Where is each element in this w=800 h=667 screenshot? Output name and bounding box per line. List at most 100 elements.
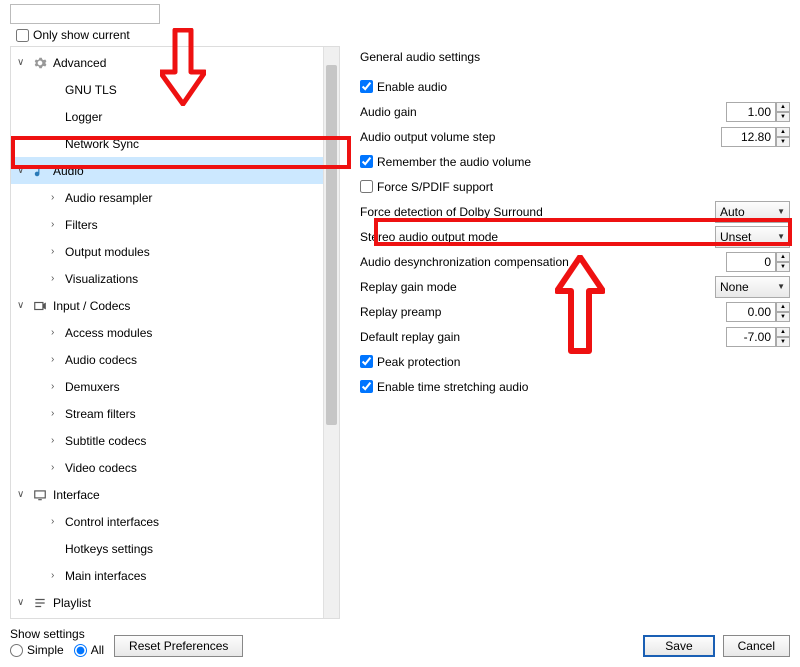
replay-preamp-input[interactable]: ▲▼: [726, 302, 790, 322]
tree-label: Audio resampler: [65, 191, 152, 205]
replay-gain-mode-label: Replay gain mode: [360, 280, 707, 294]
chevron-right-icon: ›: [51, 435, 65, 446]
tree-label: Logger: [65, 110, 102, 124]
interface-icon: [31, 488, 49, 502]
tree-item-hotkeys-settings[interactable]: Hotkeys settings: [11, 535, 339, 562]
tree-item-gnu-tls[interactable]: GNU TLS: [11, 76, 339, 103]
tree-item-filters[interactable]: › Filters: [11, 211, 339, 238]
music-note-icon: [31, 164, 49, 178]
tree-label: Interface: [53, 488, 100, 502]
stereo-mode-value: Unset: [720, 230, 751, 244]
show-all-radio[interactable]: All: [74, 643, 104, 657]
tree-item-main-interfaces[interactable]: › Main interfaces: [11, 562, 339, 589]
replay-gain-mode-dropdown[interactable]: None ▼: [715, 276, 790, 298]
tree-item-audio-resampler[interactable]: › Audio resampler: [11, 184, 339, 211]
peak-protection-label: Peak protection: [377, 355, 460, 369]
force-spdif-checkbox[interactable]: Force S/PDIF support: [360, 180, 493, 194]
tree-label: Subtitle codecs: [65, 434, 146, 448]
stereo-mode-label: Stereo audio output mode: [360, 230, 707, 244]
dolby-label: Force detection of Dolby Surround: [360, 205, 707, 219]
desync-label: Audio desynchronization compensation: [360, 255, 718, 269]
chevron-down-icon: ∨: [17, 57, 31, 68]
chevron-right-icon: ›: [51, 327, 65, 338]
chevron-right-icon: ›: [51, 246, 65, 257]
replay-gain-mode-value: None: [720, 280, 749, 294]
stereo-mode-dropdown[interactable]: Unset ▼: [715, 226, 790, 248]
tree-item-playlist[interactable]: ∨ Playlist: [11, 589, 339, 616]
remember-volume-label: Remember the audio volume: [377, 155, 531, 169]
chevron-right-icon: ›: [51, 192, 65, 203]
reset-preferences-button[interactable]: Reset Preferences: [114, 635, 243, 657]
search-input[interactable]: [10, 4, 160, 24]
only-show-current-checkbox[interactable]: Only show current: [16, 28, 790, 42]
tree-label: Stream filters: [65, 407, 136, 421]
tree-label: Hotkeys settings: [65, 542, 153, 556]
chevron-right-icon: ›: [51, 462, 65, 473]
tree-item-visualizations[interactable]: › Visualizations: [11, 265, 339, 292]
scrollbar[interactable]: [323, 47, 339, 618]
chevron-right-icon: ›: [51, 381, 65, 392]
chevron-right-icon: ›: [51, 408, 65, 419]
tree-label: Demuxers: [65, 380, 120, 394]
default-replay-gain-input[interactable]: ▲▼: [726, 327, 790, 347]
tree-item-audio[interactable]: ∨ Audio: [11, 157, 339, 184]
tree-item-input-codecs[interactable]: ∨ Input / Codecs: [11, 292, 339, 319]
remember-volume-checkbox[interactable]: Remember the audio volume: [360, 155, 531, 169]
all-label: All: [91, 643, 104, 657]
chevron-down-icon: ▼: [777, 207, 785, 216]
chevron-right-icon: ›: [51, 516, 65, 527]
tree-item-stream-filters[interactable]: › Stream filters: [11, 400, 339, 427]
tree-item-interface[interactable]: ∨ Interface: [11, 481, 339, 508]
chevron-down-icon: ▼: [777, 232, 785, 241]
tree-label: Visualizations: [65, 272, 138, 286]
tree-item-control-interfaces[interactable]: › Control interfaces: [11, 508, 339, 535]
tree-label: Control interfaces: [65, 515, 159, 529]
audio-gain-input[interactable]: ▲▼: [726, 102, 790, 122]
tree-label: Audio: [53, 164, 84, 178]
only-show-current-label: Only show current: [33, 28, 130, 42]
time-stretch-label: Enable time stretching audio: [377, 380, 528, 394]
peak-protection-checkbox[interactable]: Peak protection: [360, 355, 460, 369]
chevron-right-icon: ›: [51, 354, 65, 365]
tree-item-advanced[interactable]: ∨ Advanced: [11, 49, 339, 76]
tree-label: Playlist: [53, 596, 91, 610]
tree-item-video-codecs[interactable]: › Video codecs: [11, 454, 339, 481]
chevron-down-icon: ∨: [17, 300, 31, 311]
tree-item-logger[interactable]: Logger: [11, 103, 339, 130]
codec-icon: [31, 299, 49, 313]
time-stretch-checkbox[interactable]: Enable time stretching audio: [360, 380, 528, 394]
tree-label: Advanced: [53, 56, 106, 70]
dolby-value: Auto: [720, 205, 745, 219]
chevron-down-icon: ∨: [17, 165, 31, 176]
cancel-button[interactable]: Cancel: [723, 635, 790, 657]
output-step-label: Audio output volume step: [360, 130, 713, 144]
save-button[interactable]: Save: [643, 635, 714, 657]
replay-preamp-label: Replay preamp: [360, 305, 718, 319]
dolby-dropdown[interactable]: Auto ▼: [715, 201, 790, 223]
tree-label: Input / Codecs: [53, 299, 130, 313]
chevron-down-icon: ▼: [777, 282, 785, 291]
force-spdif-label: Force S/PDIF support: [377, 180, 493, 194]
tree-item-subtitle-codecs[interactable]: › Subtitle codecs: [11, 427, 339, 454]
enable-audio-checkbox[interactable]: Enable audio: [360, 80, 447, 94]
desync-input[interactable]: ▲▼: [726, 252, 790, 272]
tree-label: Main interfaces: [65, 569, 146, 583]
tree-item-audio-codecs[interactable]: › Audio codecs: [11, 346, 339, 373]
settings-tree[interactable]: ∨ Advanced GNU TLS Logger Network Sync: [10, 46, 340, 619]
chevron-down-icon: ∨: [17, 489, 31, 500]
tree-label: Filters: [65, 218, 98, 232]
tree-item-demuxers[interactable]: › Demuxers: [11, 373, 339, 400]
tree-item-access-modules[interactable]: › Access modules: [11, 319, 339, 346]
chevron-right-icon: ›: [51, 273, 65, 284]
tree-label: Network Sync: [65, 137, 139, 151]
playlist-icon: [31, 596, 49, 610]
tree-item-output-modules[interactable]: › Output modules: [11, 238, 339, 265]
output-step-input[interactable]: ▲▼: [721, 127, 790, 147]
scrollbar-thumb[interactable]: [326, 65, 337, 425]
settings-panel: General audio settings Enable audio Audi…: [360, 46, 790, 619]
chevron-right-icon: ›: [51, 570, 65, 581]
tree-item-network-sync[interactable]: Network Sync: [11, 130, 339, 157]
simple-label: Simple: [27, 643, 64, 657]
show-simple-radio[interactable]: Simple: [10, 643, 64, 657]
chevron-right-icon: ›: [51, 219, 65, 230]
